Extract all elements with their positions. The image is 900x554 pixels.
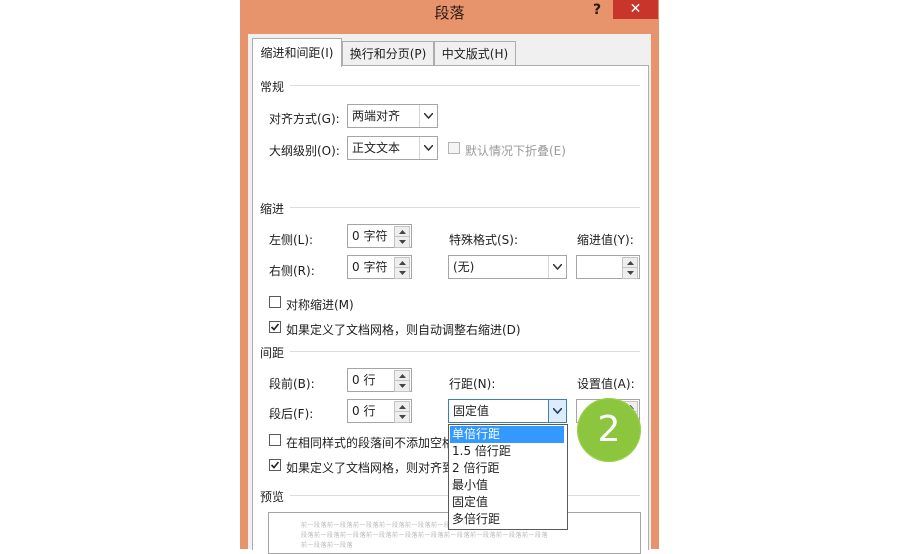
outline-level-select[interactable]: 正文文本 xyxy=(347,136,438,160)
chevron-down-icon xyxy=(548,400,566,422)
line-spacing-dropdown: 单倍行距 1.5 倍行距 2 倍行距 最小值 固定值 多倍行距 xyxy=(448,424,568,530)
collapse-default-checkbox[interactable] xyxy=(448,142,460,154)
indent-right-value: 0 字符 xyxy=(352,260,388,274)
collapse-default-label: 默认情况下折叠(E) xyxy=(465,144,566,158)
preview-line: 前一段落前一段落 xyxy=(301,542,354,549)
general-divider xyxy=(290,85,640,86)
snap-to-grid-label: 如果定义了文档网格，则对齐到 xyxy=(286,461,455,475)
spacing-after-label: 段后(F): xyxy=(269,407,314,421)
chevron-down-icon xyxy=(419,105,437,127)
no-space-same-style-checkbox[interactable] xyxy=(269,434,281,446)
general-heading: 常规 xyxy=(260,80,285,94)
indent-divider xyxy=(290,207,640,208)
tab-indent-spacing[interactable]: 缩进和间距(I) xyxy=(252,38,342,67)
indent-left-value: 0 字符 xyxy=(352,229,388,243)
check-icon xyxy=(270,461,280,469)
line-spacing-option-single[interactable]: 单倍行距 xyxy=(450,426,564,443)
spin-down-icon[interactable] xyxy=(394,380,410,392)
special-indent-select[interactable]: (无) xyxy=(448,255,567,279)
spacing-before-label: 段前(B): xyxy=(269,377,315,391)
special-indent-value: (无) xyxy=(453,260,475,274)
special-indent-label: 特殊格式(S): xyxy=(449,233,519,247)
indent-by-label: 缩进值(Y): xyxy=(577,233,634,247)
no-space-same-style-label: 在相同样式的段落间不添加空格 xyxy=(286,436,455,450)
spacing-heading: 间距 xyxy=(260,346,285,360)
spacing-at-label: 设置值(A): xyxy=(577,377,635,391)
line-spacing-option-1-5[interactable]: 1.5 倍行距 xyxy=(450,443,564,460)
check-icon xyxy=(270,323,280,331)
line-spacing-value: 固定值 xyxy=(453,404,490,418)
snap-to-grid-checkbox[interactable] xyxy=(269,459,281,471)
help-button[interactable]: ? xyxy=(586,0,608,20)
spin-down-icon[interactable] xyxy=(394,236,410,248)
spacing-after-value: 0 行 xyxy=(352,404,376,418)
spin-down-icon[interactable] xyxy=(394,267,410,279)
mirror-indents-label: 对称缩进(M) xyxy=(286,298,354,312)
line-spacing-label: 行距(N): xyxy=(449,377,496,391)
chevron-down-icon xyxy=(419,137,437,159)
indent-left-spinner[interactable]: 0 字符 xyxy=(347,224,412,248)
indent-right-spinner[interactable]: 0 字符 xyxy=(347,255,412,279)
indent-right-label: 右侧(R): xyxy=(269,264,315,278)
step-badge: 2 xyxy=(577,398,641,462)
alignment-label: 对齐方式(G): xyxy=(269,112,340,126)
preview-heading: 预览 xyxy=(260,490,285,504)
spacing-divider xyxy=(290,351,640,352)
indent-left-label: 左侧(L): xyxy=(269,233,314,247)
outline-level-label: 大纲级别(O): xyxy=(269,144,340,158)
tab-line-page-breaks[interactable]: 换行和分页(P) xyxy=(342,41,434,66)
tab-asian-typography[interactable]: 中文版式(H) xyxy=(434,41,516,66)
spin-down-icon[interactable] xyxy=(394,411,410,423)
line-spacing-option-multiple[interactable]: 多倍行距 xyxy=(450,511,564,528)
alignment-value: 两端对齐 xyxy=(352,109,401,123)
mirror-indents-checkbox[interactable] xyxy=(269,296,281,308)
indent-by-spinner[interactable] xyxy=(576,255,640,279)
outline-level-value: 正文文本 xyxy=(352,141,401,155)
line-spacing-select[interactable]: 固定值 xyxy=(448,399,567,423)
chevron-down-icon xyxy=(548,256,566,278)
spin-down-icon[interactable] xyxy=(622,267,638,279)
spacing-before-spinner[interactable]: 0 行 xyxy=(347,368,412,392)
auto-adjust-indent-label: 如果定义了文档网格，则自动调整右缩进(D) xyxy=(286,323,521,337)
preview-line: 段落前一段落前一段落前一段落前一段落前一段落前一段落前一段落前一段落前一段落 xyxy=(301,532,549,539)
line-spacing-option-exactly[interactable]: 固定值 xyxy=(450,494,564,511)
auto-adjust-indent-checkbox[interactable] xyxy=(269,321,281,333)
line-spacing-option-double[interactable]: 2 倍行距 xyxy=(450,460,564,477)
spacing-after-spinner[interactable]: 0 行 xyxy=(347,399,412,423)
indent-heading: 缩进 xyxy=(260,202,285,216)
alignment-select[interactable]: 两端对齐 xyxy=(347,104,438,128)
line-spacing-option-at-least[interactable]: 最小值 xyxy=(450,477,564,494)
spacing-before-value: 0 行 xyxy=(352,373,376,387)
close-button[interactable]: ✕ xyxy=(613,0,658,19)
